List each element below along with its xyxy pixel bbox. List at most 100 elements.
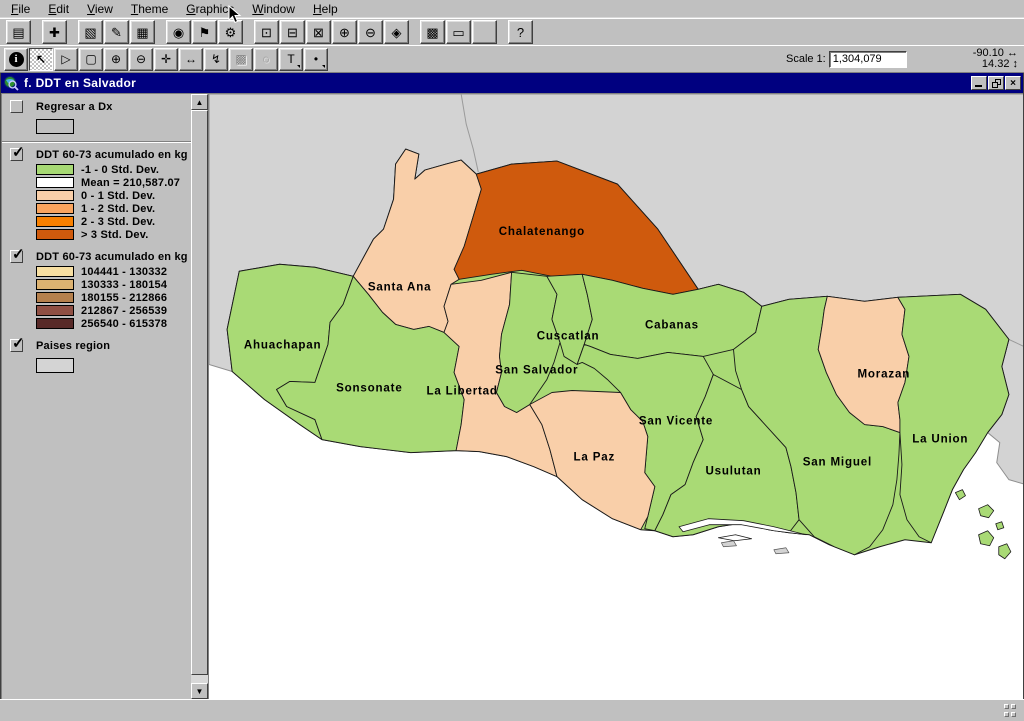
checkmark-icon: ✓ bbox=[12, 245, 25, 263]
legend-class-label: Mean = 210,587.07 bbox=[81, 177, 180, 189]
clear-selection-button[interactable]: ▭ bbox=[446, 20, 471, 44]
theme-checkbox[interactable]: ✓ bbox=[10, 148, 23, 161]
zoom-in-tool-icon: ⊕ bbox=[111, 53, 121, 65]
query-builder-button[interactable]: ⚙ bbox=[218, 20, 243, 44]
window-title: f. DDT en Salvador bbox=[24, 76, 136, 90]
measure-tool-icon: ↔ bbox=[185, 53, 197, 65]
pan-tool-button[interactable]: ✛ bbox=[154, 48, 178, 71]
zoom-in-button[interactable]: ⊕ bbox=[332, 20, 357, 44]
zoom-out-button[interactable]: ⊖ bbox=[358, 20, 383, 44]
theme-checkbox[interactable]: ✓ bbox=[10, 250, 23, 263]
legend-class-row: 1 - 2 Std. Dev. bbox=[36, 202, 191, 215]
add-theme-button[interactable]: ✚ bbox=[42, 20, 67, 44]
zoom-in-tool-button[interactable]: ⊕ bbox=[104, 48, 128, 71]
locate-address-button[interactable]: ⚑ bbox=[192, 20, 217, 44]
map-canvas[interactable]: AhuachapanSanta AnaSonsonateChalatenango… bbox=[208, 93, 1023, 699]
minimize-button[interactable] bbox=[971, 76, 987, 90]
scale-area: Scale 1: bbox=[786, 51, 907, 68]
text-tool-button[interactable]: T bbox=[279, 48, 303, 71]
table-of-contents: Regresar a Dx ✓ DDT 60-73 acumulado en kg -… bbox=[1, 93, 191, 699]
theme-name[interactable]: Regresar a Dx bbox=[36, 100, 113, 113]
department-label: La Libertad bbox=[426, 386, 497, 398]
save-project-button[interactable]: ▤ bbox=[6, 20, 31, 44]
legend-class-label: 104441 - 130332 bbox=[81, 266, 167, 278]
menu-theme[interactable]: Theme bbox=[122, 1, 177, 17]
menu-file[interactable]: File bbox=[2, 1, 39, 17]
legend-swatch bbox=[36, 279, 74, 290]
identify-button[interactable]: i bbox=[4, 48, 28, 71]
latitude-value: 14.32 bbox=[982, 58, 1010, 70]
zoom-full-extent-button[interactable]: ⊡ bbox=[254, 20, 279, 44]
legend-class-row: 212867 - 256539 bbox=[36, 304, 191, 317]
pan-tool-icon: ✛ bbox=[161, 53, 171, 65]
legend-class-label: 0 - 1 Std. Dev. bbox=[81, 190, 155, 202]
hotlink-tool-button[interactable]: ↯ bbox=[204, 48, 228, 71]
zoom-out-tool-button[interactable]: ⊖ bbox=[129, 48, 153, 71]
application-window: FileEditViewThemeGraphicsWindowHelp ▤ ✚ ▧✎… bbox=[0, 0, 1024, 721]
minimize-icon bbox=[975, 85, 982, 87]
scrollbar-thumb[interactable] bbox=[191, 110, 208, 675]
legend-scrollbar[interactable]: ▲ ▼ bbox=[191, 93, 208, 699]
legend-theme-1[interactable]: ✓ DDT 60-73 acumulado en kg bbox=[2, 145, 191, 161]
legend-class-row: Mean = 210,587.07 bbox=[36, 176, 191, 189]
legend-class-row bbox=[36, 115, 191, 135]
restore-button[interactable] bbox=[988, 76, 1004, 90]
pointer-button[interactable]: ↖ bbox=[29, 48, 53, 71]
legend-class-label: -1 - 0 Std. Dev. bbox=[81, 164, 159, 176]
menu-graphics[interactable]: Graphics bbox=[177, 1, 243, 17]
department-label: Chalatenango bbox=[499, 226, 585, 238]
menu-bar: FileEditViewThemeGraphicsWindowHelp bbox=[0, 0, 1024, 18]
legend-theme-0[interactable]: Regresar a Dx bbox=[2, 97, 191, 113]
edit-legend-button[interactable]: ✎ bbox=[104, 20, 129, 44]
select-feature-icon: ▢ bbox=[85, 53, 96, 65]
scroll-down-button[interactable]: ▼ bbox=[191, 683, 208, 699]
theme-checkbox[interactable]: ✓ bbox=[10, 339, 23, 352]
help-button[interactable]: ? bbox=[508, 20, 533, 44]
menu-window[interactable]: Window bbox=[243, 1, 304, 17]
zoom-in-icon: ⊕ bbox=[339, 26, 350, 39]
vertex-edit-button[interactable]: ▷ bbox=[54, 48, 78, 71]
tool-toolbar: i↖▷▢⊕⊖✛↔↯▩◌T• Scale 1: -90.10 ↔ 14.32 ↕ bbox=[0, 45, 1024, 73]
legend-theme-3[interactable]: ✓ Paises region bbox=[2, 336, 191, 352]
legend-swatch bbox=[36, 203, 74, 214]
legend-theme-2[interactable]: ✓ DDT 60-73 acumulado en kg bbox=[2, 247, 191, 263]
island bbox=[996, 522, 1004, 530]
legend-swatch bbox=[36, 177, 74, 188]
menu-view[interactable]: View bbox=[78, 1, 122, 17]
zoom-active-theme-button[interactable]: ⊟ bbox=[280, 20, 305, 44]
legend-class-label: 2 - 3 Std. Dev. bbox=[81, 216, 155, 228]
theme-checkbox[interactable] bbox=[10, 100, 23, 113]
select-features-button[interactable]: ▩ bbox=[420, 20, 445, 44]
blank-button[interactable] bbox=[472, 20, 497, 44]
view-title-bar[interactable]: f. DDT en Salvador × bbox=[1, 73, 1023, 93]
legend-class-label: 1 - 2 Std. Dev. bbox=[81, 203, 155, 215]
draw-point-tool-button[interactable]: • bbox=[304, 48, 328, 71]
theme-name[interactable]: DDT 60-73 acumulado en kg bbox=[36, 250, 188, 263]
select-feature-button[interactable]: ▢ bbox=[79, 48, 103, 71]
find-icon: ◉ bbox=[173, 26, 184, 39]
find-button[interactable]: ◉ bbox=[166, 20, 191, 44]
zoom-selected-button[interactable]: ⊠ bbox=[306, 20, 331, 44]
department-label: Usulutan bbox=[705, 466, 761, 478]
scroll-up-button[interactable]: ▲ bbox=[191, 94, 208, 110]
select-area-tool-button[interactable]: ▩ bbox=[229, 48, 253, 71]
zoom-previous-button[interactable]: ◈ bbox=[384, 20, 409, 44]
theme-name[interactable]: Paises region bbox=[36, 339, 110, 352]
label-area-tool-button[interactable]: ◌ bbox=[254, 48, 278, 71]
menu-help[interactable]: Help bbox=[304, 1, 347, 17]
legend-class-row bbox=[36, 354, 191, 374]
close-icon: × bbox=[1010, 78, 1016, 89]
close-button[interactable]: × bbox=[1005, 76, 1021, 90]
menu-edit[interactable]: Edit bbox=[39, 1, 78, 17]
zoom-active-theme-icon: ⊟ bbox=[287, 26, 298, 39]
department-label: Cabanas bbox=[645, 319, 699, 331]
legend-swatch bbox=[36, 216, 74, 227]
open-theme-table-button[interactable]: ▦ bbox=[130, 20, 155, 44]
legend-class-row: > 3 Std. Dev. bbox=[36, 228, 191, 241]
legend-class-row: -1 - 0 Std. Dev. bbox=[36, 163, 191, 176]
theme-name[interactable]: DDT 60-73 acumulado en kg bbox=[36, 148, 188, 161]
resize-grip[interactable] bbox=[1004, 704, 1018, 718]
measure-tool-button[interactable]: ↔ bbox=[179, 48, 203, 71]
scale-input[interactable] bbox=[829, 51, 907, 68]
theme-properties-button[interactable]: ▧ bbox=[78, 20, 103, 44]
